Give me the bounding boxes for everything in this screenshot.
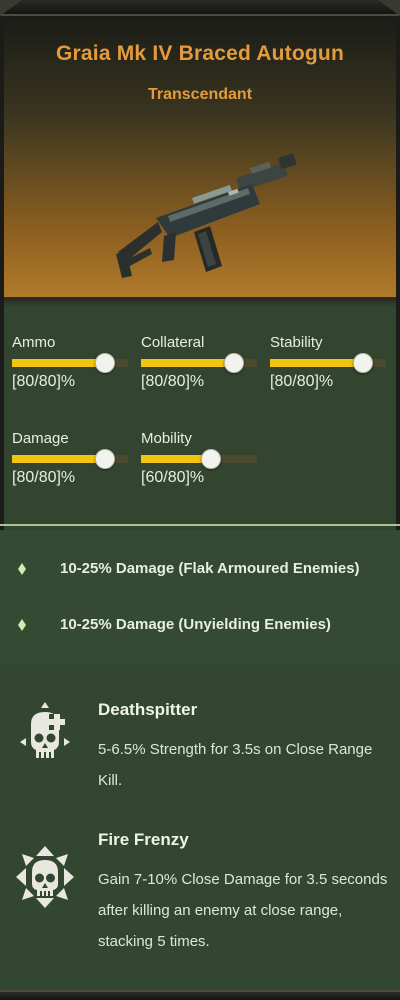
stat-knob xyxy=(223,353,244,373)
blessing-description: 5-6.5% Strength for 3.5s on Close Range … xyxy=(98,734,388,796)
stat-fill xyxy=(141,359,234,367)
stat-knob xyxy=(352,353,373,373)
description-line: 5-6.5% Strength for 3.5s on Close Range xyxy=(98,741,373,758)
stat-knob xyxy=(94,449,115,469)
stat-stability: Stability [80/80]% xyxy=(270,334,390,391)
stat-bar xyxy=(12,449,128,469)
blessing-description: Gain 7-10% Close Damage for 3.5 seconds … xyxy=(98,864,388,957)
weapon-name: Graia Mk IV Braced Autogun xyxy=(56,42,344,65)
blessing-title: Fire Frenzy xyxy=(98,830,189,849)
autogun-weapon-icon xyxy=(116,154,297,278)
stat-knob xyxy=(94,353,115,373)
stat-value: [80/80]% xyxy=(270,373,334,390)
skull-plus-icon xyxy=(20,702,70,758)
stat-fill xyxy=(12,455,105,463)
stat-bar xyxy=(141,353,257,373)
modifiers-panel: 10-25% Damage (Flak Armoured Enemies) 10… xyxy=(0,530,400,664)
stat-collateral: Collateral [80/80]% xyxy=(141,334,261,391)
stats-divider xyxy=(0,524,400,526)
stat-bar xyxy=(141,449,257,469)
stat-label: Damage xyxy=(12,430,69,447)
stat-ammo: Ammo [80/80]% xyxy=(12,334,132,391)
stat-knob xyxy=(200,449,221,469)
frame-bottom xyxy=(0,990,400,1000)
stat-value: [80/80]% xyxy=(12,373,76,390)
modifier-item: 10-25% Damage (Flak Armoured Enemies) xyxy=(0,554,400,584)
stat-label: Ammo xyxy=(12,334,56,351)
modifier-text: 10-25% Damage (Flak Armoured Enemies) xyxy=(60,560,360,577)
stats-panel: Ammo [80/80]% Collateral [80/80]% Stabil… xyxy=(0,300,400,526)
diamond-bullet-icon xyxy=(18,619,26,631)
stat-label: Stability xyxy=(270,334,323,351)
stat-bar xyxy=(12,353,128,373)
modifier-text: 10-25% Damage (Unyielding Enemies) xyxy=(60,616,331,633)
stat-bar xyxy=(270,353,386,373)
stat-fill xyxy=(270,359,363,367)
stat-value: [80/80]% xyxy=(141,373,205,390)
weapon-rarity: Transcendant xyxy=(147,86,253,103)
modifier-item: 10-25% Damage (Unyielding Enemies) xyxy=(0,610,400,640)
stat-damage: Damage [80/80]% xyxy=(12,430,132,487)
description-line: stacking 5 times. xyxy=(98,933,210,950)
stat-label: Mobility xyxy=(141,430,192,447)
description-line: after killing an enemy at close range, xyxy=(98,902,343,919)
stat-value: [60/80]% xyxy=(141,469,205,486)
stat-fill xyxy=(12,359,105,367)
description-line: Kill. xyxy=(98,772,123,789)
skull-burst-icon xyxy=(16,846,74,908)
diamond-bullet-icon xyxy=(18,563,26,575)
stat-label: Collateral xyxy=(141,334,205,351)
blessing-title: Deathspitter xyxy=(98,700,198,719)
stat-mobility: Mobility [60/80]% xyxy=(141,430,261,487)
description-line: Gain 7-10% Close Damage for 3.5 seconds xyxy=(98,871,388,888)
weapon-header: Graia Mk IV Braced Autogun Transcendant xyxy=(4,16,396,307)
stat-value: [80/80]% xyxy=(12,469,76,486)
blessings-panel: Deathspitter 5-6.5% Strength for 3.5s on… xyxy=(0,664,400,990)
frame-top xyxy=(0,0,400,16)
weapon-card: Graia Mk IV Braced Autogun Transcendant xyxy=(0,0,400,1000)
